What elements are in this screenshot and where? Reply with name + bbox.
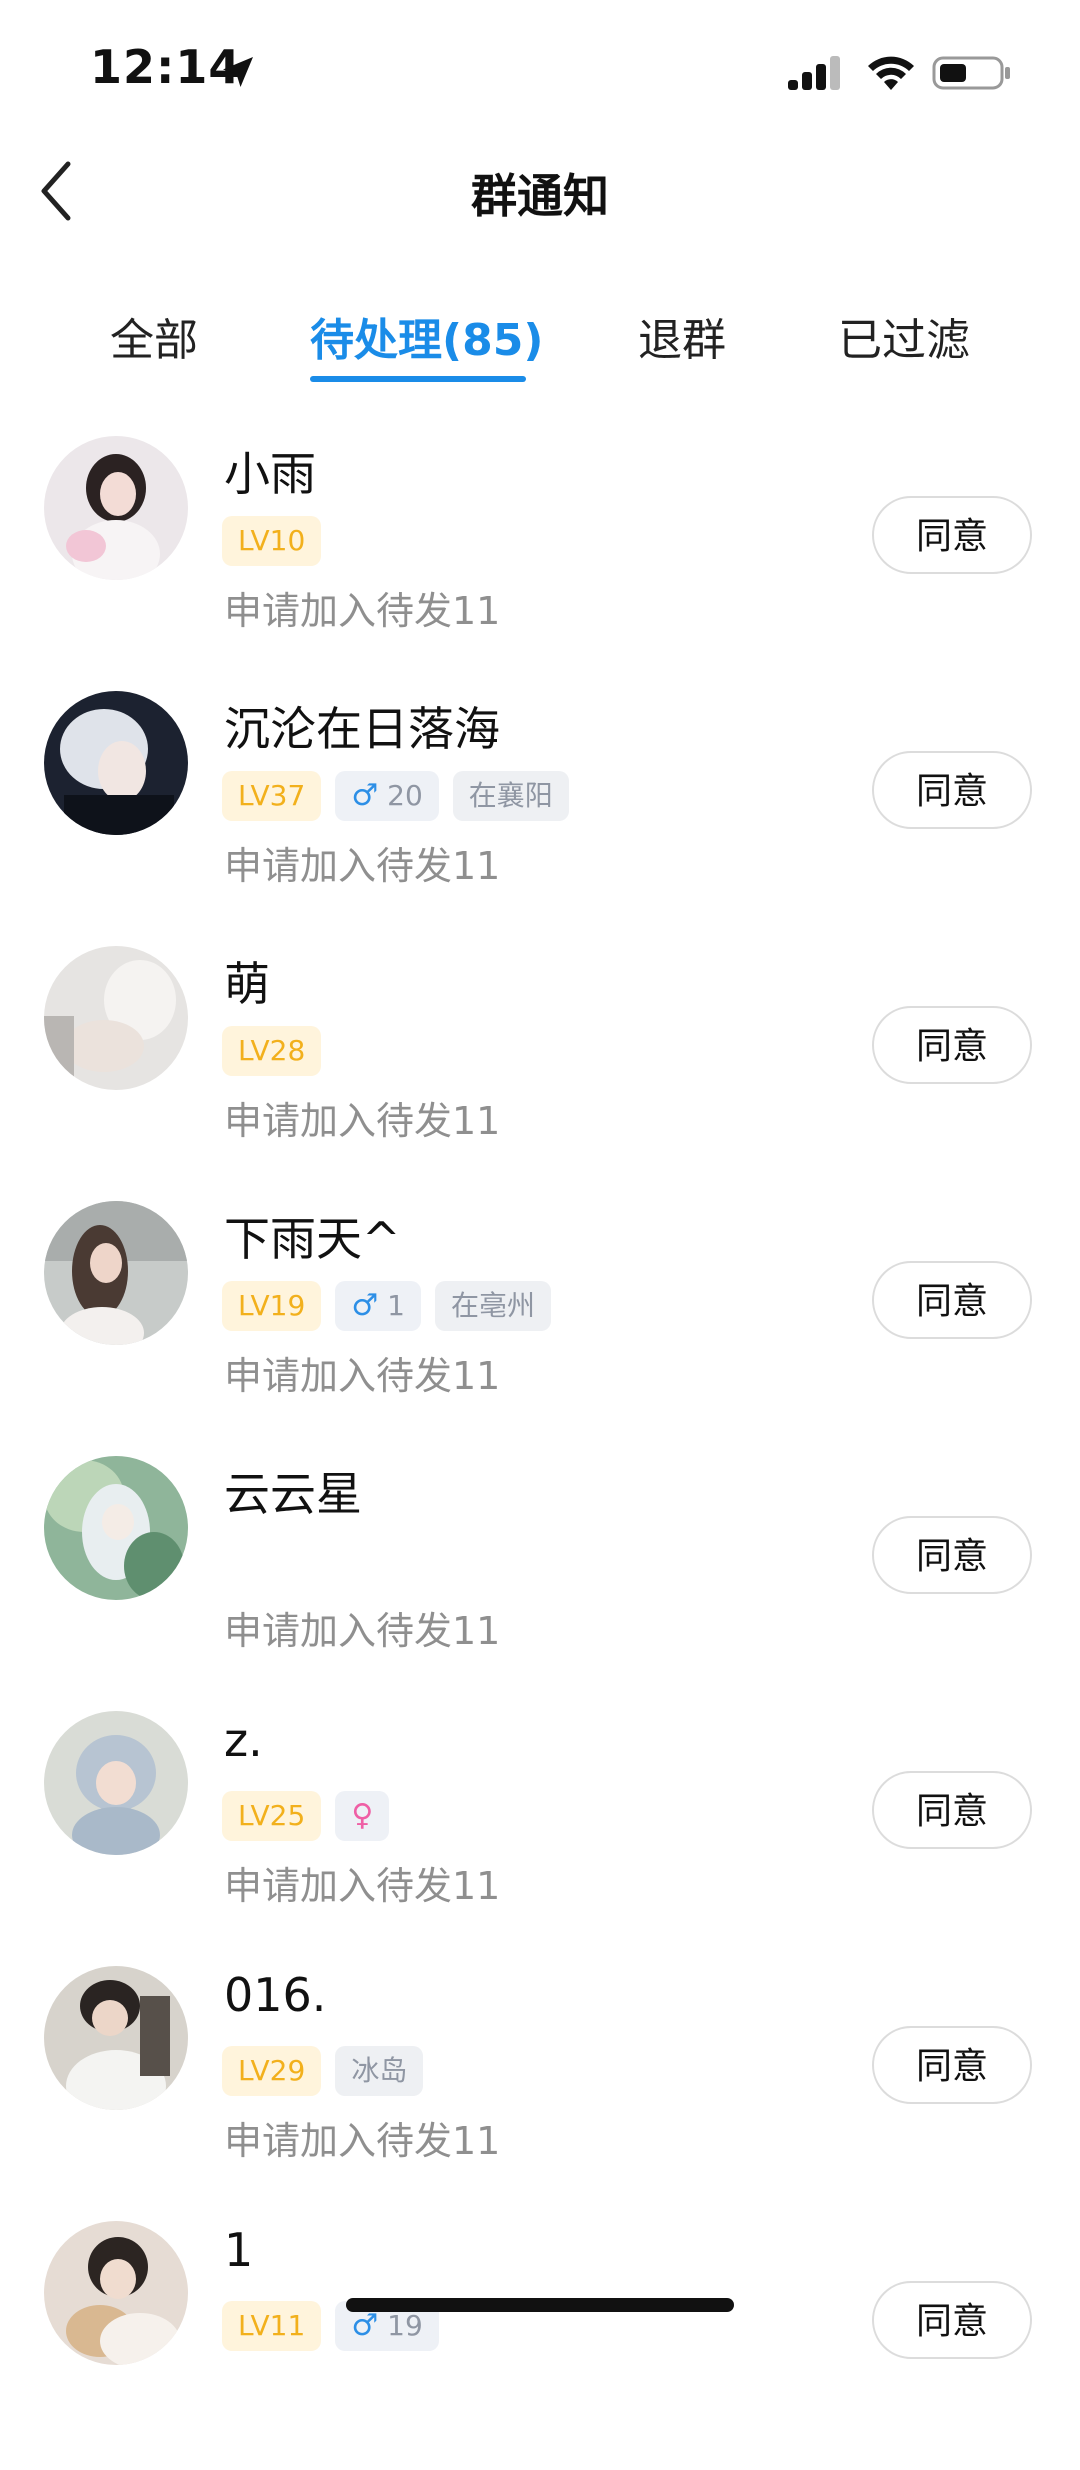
request-item: 下雨天^ LV19 ♂ 1 在亳州 申请加入待发11 同意 [0, 1195, 1080, 1450]
request-message: 申请加入待发11 [224, 1099, 501, 1143]
level-badge: LV28 [222, 1026, 322, 1076]
request-item: z. LV25 ♀ 申请加入待发11 同意 [0, 1705, 1080, 1960]
agree-button[interactable]: 同意 [872, 1261, 1032, 1339]
location-badge: 冰岛 [335, 2046, 424, 2096]
cellular-signal-icon [788, 56, 840, 90]
request-message: 申请加入待发11 [224, 1354, 501, 1398]
agree-button[interactable]: 同意 [872, 1006, 1032, 1084]
user-avatar[interactable] [44, 436, 188, 580]
agree-button[interactable]: 同意 [872, 2281, 1032, 2359]
request-message: 申请加入待发11 [224, 1609, 501, 1653]
request-item: 萌 LV28 申请加入待发11 同意 [0, 940, 1080, 1195]
user-name: 1 [224, 2223, 254, 2277]
user-avatar[interactable] [44, 1456, 188, 1600]
wifi-icon [868, 56, 914, 90]
male-icon: ♂ [351, 1288, 379, 1323]
gender-age-badge: ♂ 20 [335, 771, 439, 821]
location-arrow-icon [223, 57, 253, 87]
level-badge: LV25 [222, 1791, 322, 1841]
user-tags: LV28 [222, 1026, 322, 1078]
level-badge: LV29 [222, 2046, 322, 2096]
request-message: 申请加入待发11 [224, 844, 501, 888]
male-icon: ♂ [351, 778, 379, 813]
request-item: 016. LV29 冰岛 申请加入待发11 同意 [0, 1960, 1080, 2215]
user-avatar[interactable] [44, 691, 188, 835]
nav-bar: 群通知 [0, 140, 1080, 250]
user-avatar[interactable] [44, 1201, 188, 1345]
request-list: 小雨 LV10 申请加入待发11 同意 沉沦在日落海 LV37 ♂ 20 在襄阳… [0, 430, 1080, 2470]
user-avatar[interactable] [44, 1711, 188, 1855]
user-avatar[interactable] [44, 2221, 188, 2365]
age-value: 1 [387, 1289, 405, 1322]
user-avatar[interactable] [44, 946, 188, 1090]
request-message: 申请加入待发11 [224, 1864, 501, 1908]
gender-badge: ♀ [335, 1791, 390, 1841]
tab-bar: 全部 待处理(85) 退群 已过滤 [0, 280, 1080, 390]
request-item: 云云星 申请加入待发11 同意 [0, 1450, 1080, 1705]
level-badge: LV19 [222, 1281, 322, 1331]
level-badge: LV10 [222, 516, 322, 566]
user-tags: LV29 冰岛 [222, 2046, 424, 2098]
female-icon: ♀ [351, 1798, 374, 1833]
request-message: 申请加入待发11 [224, 2119, 501, 2163]
gender-age-badge: ♂ 1 [335, 1281, 421, 1331]
tab-active-indicator [310, 376, 526, 382]
request-item: 1 LV11 ♂ 19 同意 [0, 2215, 1080, 2470]
agree-button[interactable]: 同意 [872, 2026, 1032, 2104]
tab-left-group[interactable]: 退群 [638, 304, 726, 368]
agree-button[interactable]: 同意 [872, 496, 1032, 574]
tab-pending[interactable]: 待处理(85) [310, 304, 543, 368]
user-tags: LV19 ♂ 1 在亳州 [222, 1281, 551, 1333]
status-bar: 12:14 [0, 0, 1080, 140]
user-tags: LV25 ♀ [222, 1791, 390, 1843]
level-badge: LV11 [222, 2301, 322, 2351]
request-item: 沉沦在日落海 LV37 ♂ 20 在襄阳 申请加入待发11 同意 [0, 685, 1080, 940]
age-value: 19 [387, 2309, 423, 2342]
tab-filtered[interactable]: 已过滤 [838, 304, 970, 368]
age-value: 20 [387, 779, 423, 812]
request-item: 小雨 LV10 申请加入待发11 同意 [0, 430, 1080, 685]
location-badge: 在襄阳 [452, 771, 569, 821]
agree-button[interactable]: 同意 [872, 1771, 1032, 1849]
user-name: z. [224, 1713, 263, 1767]
agree-button[interactable]: 同意 [872, 1516, 1032, 1594]
page-title: 群通知 [471, 169, 609, 223]
user-name: 小雨 [224, 447, 316, 501]
request-message: 申请加入待发11 [224, 589, 501, 633]
agree-button[interactable]: 同意 [872, 751, 1032, 829]
user-name: 萌 [224, 957, 270, 1011]
user-name: 云云星 [224, 1467, 362, 1521]
location-badge: 在亳州 [434, 1281, 551, 1331]
user-avatar[interactable] [44, 1966, 188, 2110]
level-badge: LV37 [222, 771, 322, 821]
user-tags: LV37 ♂ 20 在襄阳 [222, 771, 569, 823]
user-name: 016. [224, 1968, 327, 2022]
user-name: 下雨天^ [224, 1212, 401, 1266]
tab-all[interactable]: 全部 [110, 304, 198, 368]
home-indicator[interactable] [346, 2298, 734, 2312]
user-name: 沉沦在日落海 [224, 702, 500, 756]
battery-icon [932, 56, 1010, 90]
user-tags: LV10 [222, 516, 322, 568]
